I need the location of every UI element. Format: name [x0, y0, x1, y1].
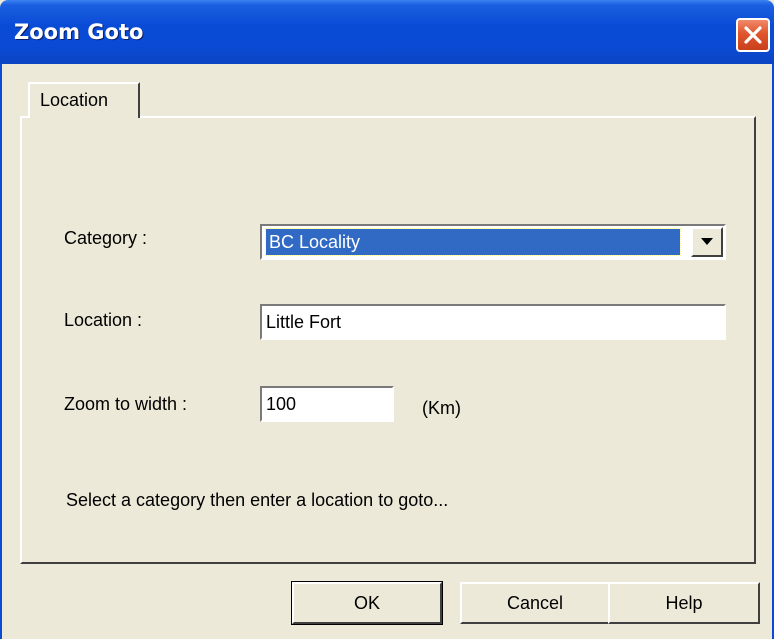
tab-panel: Category : BC Locality Location : Zoom t…: [20, 116, 756, 564]
zoom-label: Zoom to width :: [64, 394, 188, 414]
help-button[interactable]: Help: [608, 582, 760, 624]
hint-text: Select a category then enter a location …: [66, 490, 449, 510]
window-title: Zoom Goto: [14, 20, 144, 44]
chevron-down-icon: [701, 238, 713, 245]
close-button[interactable]: [736, 18, 770, 52]
category-dropdown[interactable]: BC Locality: [260, 224, 726, 260]
close-icon: [744, 26, 762, 44]
category-label: Category :: [64, 228, 148, 248]
ok-button[interactable]: OK: [291, 581, 443, 625]
tab-label: Location: [40, 90, 109, 110]
title-bar: Zoom Goto: [0, 0, 774, 64]
zoom-width-input[interactable]: [260, 386, 394, 422]
category-selected-value: BC Locality: [265, 228, 681, 256]
location-input[interactable]: [260, 304, 726, 340]
cancel-button[interactable]: Cancel: [460, 582, 610, 624]
zoom-unit-label: (Km): [422, 398, 461, 418]
dialog-body: Location Category : BC Locality Location…: [0, 64, 774, 639]
dropdown-button[interactable]: [691, 227, 723, 257]
location-label: Location :: [64, 310, 143, 330]
tab-location[interactable]: Location: [28, 82, 140, 118]
